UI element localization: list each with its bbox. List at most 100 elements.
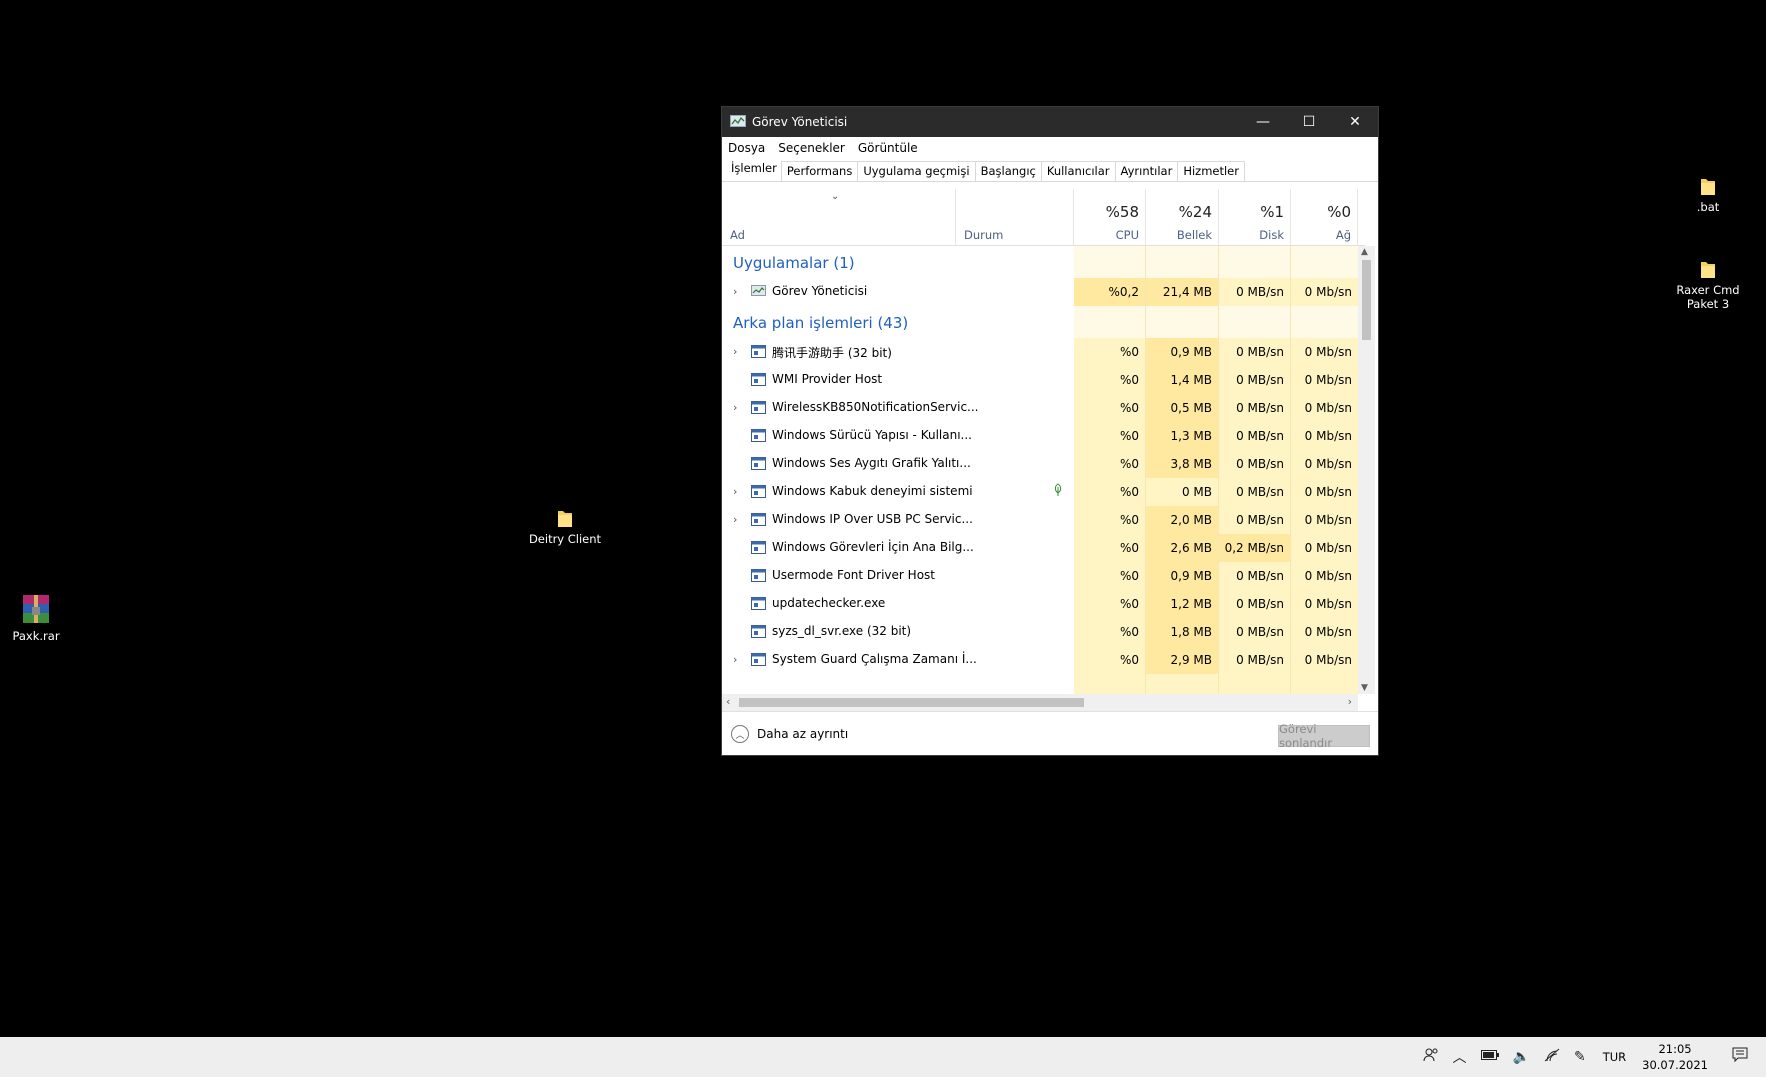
process-row[interactable]: › WirelessKB850NotificationServic... %0 0,5… [722, 394, 1365, 422]
chevron-right-icon[interactable]: › [733, 485, 737, 498]
scroll-left-icon[interactable]: ‹ [726, 695, 730, 708]
tab-performance[interactable]: Performans [780, 161, 859, 181]
language-indicator[interactable]: TUR [1603, 1050, 1626, 1064]
title-bar[interactable]: Görev Yöneticisi — ☐ ✕ [722, 107, 1378, 137]
tab-startup[interactable]: Başlangıç [974, 161, 1042, 181]
memory-cell: 1,8 MB [1146, 618, 1219, 646]
disk-cell: 0 MB/sn [1219, 506, 1291, 534]
process-row[interactable]: › Windows IP Over USB PC Servic... %0 2,0 M… [722, 506, 1365, 534]
people-icon[interactable] [1423, 1047, 1439, 1067]
scroll-thumb[interactable] [1362, 260, 1371, 340]
column-disk[interactable]: %1 Disk [1219, 189, 1291, 245]
process-name: Görev Yöneticisi [772, 284, 868, 298]
maximize-button[interactable]: ☐ [1286, 107, 1332, 137]
process-row[interactable]: syzs_dl_svr.exe (32 bit) %0 1,8 MB 0 MB/sn 0… [722, 618, 1365, 646]
desktop-icon-label: Raxer Cmd Paket 3 [1676, 283, 1740, 311]
footer: ︿ Daha az ayrıntı Görevi sonlandır [722, 711, 1378, 756]
process-row[interactable]: updatechecker.exe %0 1,2 MB 0 MB/sn 0 Mb/sn [722, 590, 1365, 618]
cpu-cell: %0 [1074, 562, 1146, 590]
process-icon [751, 597, 766, 610]
process-name: 腾讯手游助手 (32 bit) [772, 346, 892, 360]
wifi-icon[interactable] [1544, 1048, 1560, 1066]
process-row[interactable]: › System Guard Çalışma Zamanı İ... %0 2,9 M… [722, 646, 1365, 674]
tab-details[interactable]: Ayrıntılar [1114, 161, 1179, 181]
network-cell: 0 Mb/sn [1291, 278, 1358, 306]
column-memory[interactable]: %24 Bellek [1146, 189, 1219, 245]
process-row[interactable] [722, 674, 1365, 696]
clock-date: 30.07.2021 [1642, 1058, 1708, 1072]
network-cell: 0 Mb/sn [1291, 422, 1358, 450]
process-row[interactable]: › Görev Yöneticisi %0,2 21,4 MB 0 MB/sn 0 Mb/… [722, 278, 1365, 306]
process-row[interactable]: Windows Görevleri İçin Ana Bilg... %0 2,6 … [722, 534, 1365, 562]
process-row[interactable]: › Windows Kabuk deneyimi sistemi %0 0 MB 0 M… [722, 478, 1365, 506]
column-cpu-label: CPU [1115, 228, 1139, 242]
scroll-right-icon[interactable]: › [1348, 695, 1352, 708]
cpu-cell: %0 [1074, 422, 1146, 450]
tab-bar: İşlemler Performans Uygulama geçmişi Baş… [722, 159, 1378, 182]
menu-view[interactable]: Görüntüle [858, 141, 918, 155]
network-cell: 0 Mb/sn [1291, 338, 1358, 366]
chevron-right-icon[interactable]: › [733, 285, 737, 298]
cpu-cell: %0 [1074, 478, 1146, 506]
chevron-up-icon: ︿ [731, 725, 749, 743]
process-row[interactable]: Windows Ses Aygıtı Grafik Yalıtı... %0 3,8… [722, 450, 1365, 478]
vertical-scrollbar[interactable]: ▲ ▼ [1358, 246, 1375, 694]
column-cpu[interactable]: %58 CPU [1074, 189, 1146, 245]
end-task-button[interactable]: Görevi sonlandır [1278, 722, 1370, 750]
tab-processes[interactable]: İşlemler [726, 159, 782, 181]
desktop-icon-bat[interactable]: .bat [1663, 176, 1753, 214]
disk-cell: 0 MB/sn [1219, 478, 1291, 506]
process-row[interactable]: › 腾讯手游助手 (32 bit) %0 0,9 MB 0 MB/sn 0 Mb/sn [722, 338, 1365, 366]
disk-cell: 0,2 MB/sn [1219, 534, 1291, 562]
process-name: Windows Kabuk deneyimi sistemi [772, 484, 973, 498]
notification-icon[interactable] [1732, 1047, 1748, 1067]
less-details-label: Daha az ayrıntı [757, 727, 849, 741]
disk-cell: 0 MB/sn [1219, 366, 1291, 394]
disk-cell: 0 MB/sn [1219, 394, 1291, 422]
network-cell: 0 Mb/sn [1291, 562, 1358, 590]
tab-services[interactable]: Hizmetler [1177, 161, 1245, 181]
column-memory-label: Bellek [1176, 228, 1212, 242]
process-row[interactable]: WMI Provider Host %0 1,4 MB 0 MB/sn 0 Mb/sn [722, 366, 1365, 394]
clock[interactable]: 21:05 30.07.2021 [1642, 1041, 1708, 1073]
chevron-up-icon[interactable]: ︿ [1453, 1047, 1467, 1067]
battery-icon[interactable] [1480, 1049, 1499, 1065]
process-name: syzs_dl_svr.exe (32 bit) [772, 624, 912, 638]
chevron-right-icon[interactable]: › [733, 345, 737, 358]
menu-options[interactable]: Seçenekler [778, 141, 845, 155]
network-cell: 0 Mb/sn [1291, 394, 1358, 422]
scroll-thumb[interactable] [739, 698, 1084, 707]
process-name: WMI Provider Host [772, 372, 883, 386]
process-row[interactable]: Usermode Font Driver Host %0 0,9 MB 0 MB/sn… [722, 562, 1365, 590]
column-status[interactable]: Durum [956, 189, 1074, 245]
cpu-cell: %0 [1074, 506, 1146, 534]
less-details-button[interactable]: ︿ Daha az ayrıntı [731, 725, 848, 743]
scroll-down-icon[interactable]: ▼ [1361, 683, 1368, 693]
column-header: ⌄ Ad Durum %58 CPU %24 Bellek %1 Disk %0… [722, 189, 1365, 246]
process-row[interactable]: Windows Sürücü Yapısı - Kullanı... %0 1,3 … [722, 422, 1365, 450]
window-title: Görev Yöneticisi [752, 115, 848, 129]
volume-icon[interactable]: 🔈 [1513, 1049, 1530, 1065]
chevron-right-icon[interactable]: › [733, 401, 737, 414]
minimize-button[interactable]: — [1240, 107, 1286, 137]
desktop-icon-raxer[interactable]: Raxer Cmd Paket 3 [1663, 259, 1753, 311]
cpu-cell: %0 [1074, 534, 1146, 562]
disk-cell: 0 MB/sn [1219, 422, 1291, 450]
chevron-right-icon[interactable]: › [733, 513, 737, 526]
memory-cell: 1,2 MB [1146, 590, 1219, 618]
disk-cell: 0 MB/sn [1219, 450, 1291, 478]
system-tray: ︿ 🔈 ✎ TUR 21:05 30.07.2021 [1416, 1037, 1766, 1077]
pen-icon[interactable]: ✎ [1574, 1049, 1586, 1065]
chevron-right-icon[interactable]: › [733, 653, 737, 666]
column-network[interactable]: %0 Ağ [1291, 189, 1358, 245]
horizontal-scrollbar[interactable]: ‹ › [722, 694, 1358, 711]
close-button[interactable]: ✕ [1332, 107, 1378, 137]
tab-app-history[interactable]: Uygulama geçmişi [857, 161, 976, 181]
scroll-up-icon[interactable]: ▲ [1361, 247, 1368, 257]
column-name[interactable]: ⌄ Ad [722, 189, 956, 245]
desktop-icon-paxk[interactable]: Paxk.rar [0, 593, 81, 643]
menu-file[interactable]: Dosya [728, 141, 765, 155]
desktop-icon-deitry[interactable]: Deitry Client [520, 508, 610, 546]
task-manager-icon [751, 285, 766, 298]
tab-users[interactable]: Kullanıcılar [1040, 161, 1116, 181]
